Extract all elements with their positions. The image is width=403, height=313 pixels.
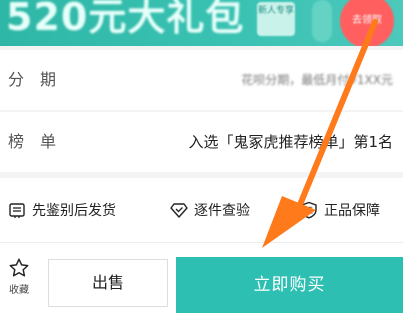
ranking-value: 入选「鬼冢虎推荐榜单」第1名	[188, 133, 393, 151]
installment-row[interactable]: 分期 花呗分期，最低月付¥1XX元	[0, 50, 403, 110]
diamond-check-icon	[170, 203, 188, 218]
banner-claim-tag[interactable]: 去领取	[340, 0, 394, 46]
favorite-label: 收藏	[9, 285, 29, 296]
bottom-action-bar: 收藏 出售 立即购买	[0, 242, 403, 313]
banner-badge: 新人专享	[257, 2, 295, 36]
installment-label: 分期	[8, 70, 73, 89]
ranking-label: 榜单	[8, 132, 73, 151]
buy-now-button[interactable]: 立即购买	[176, 257, 403, 313]
installment-value: 花呗分期，最低月付¥1XX元	[241, 73, 393, 87]
ranking-row[interactable]: 榜单 入选「鬼冢虎推荐榜单」第1名	[0, 112, 403, 172]
banner-decoration	[312, 0, 332, 42]
service-label: 先鉴别后发货	[32, 203, 116, 219]
favorite-button[interactable]: 收藏	[2, 257, 36, 309]
service-genuine-guarantee[interactable]: 正 正品保障	[300, 178, 380, 242]
certificate-icon	[9, 203, 25, 218]
service-guarantees-row[interactable]: 先鉴别后发货 逐件查验 正 正品保障	[0, 178, 403, 242]
promo-banner[interactable]: 520元大礼包 新人专享 去领取	[0, 0, 403, 46]
star-icon	[9, 258, 29, 277]
service-item-inspection[interactable]: 逐件查验	[170, 178, 250, 242]
svg-text:正: 正	[305, 206, 313, 215]
service-label: 正品保障	[324, 203, 380, 219]
banner-headline: 520元大礼包	[6, 0, 245, 39]
sell-button[interactable]: 出售	[48, 259, 168, 307]
service-authenticate-first[interactable]: 先鉴别后发货	[8, 178, 116, 242]
service-label: 逐件查验	[194, 203, 250, 219]
shield-icon: 正	[301, 201, 317, 219]
